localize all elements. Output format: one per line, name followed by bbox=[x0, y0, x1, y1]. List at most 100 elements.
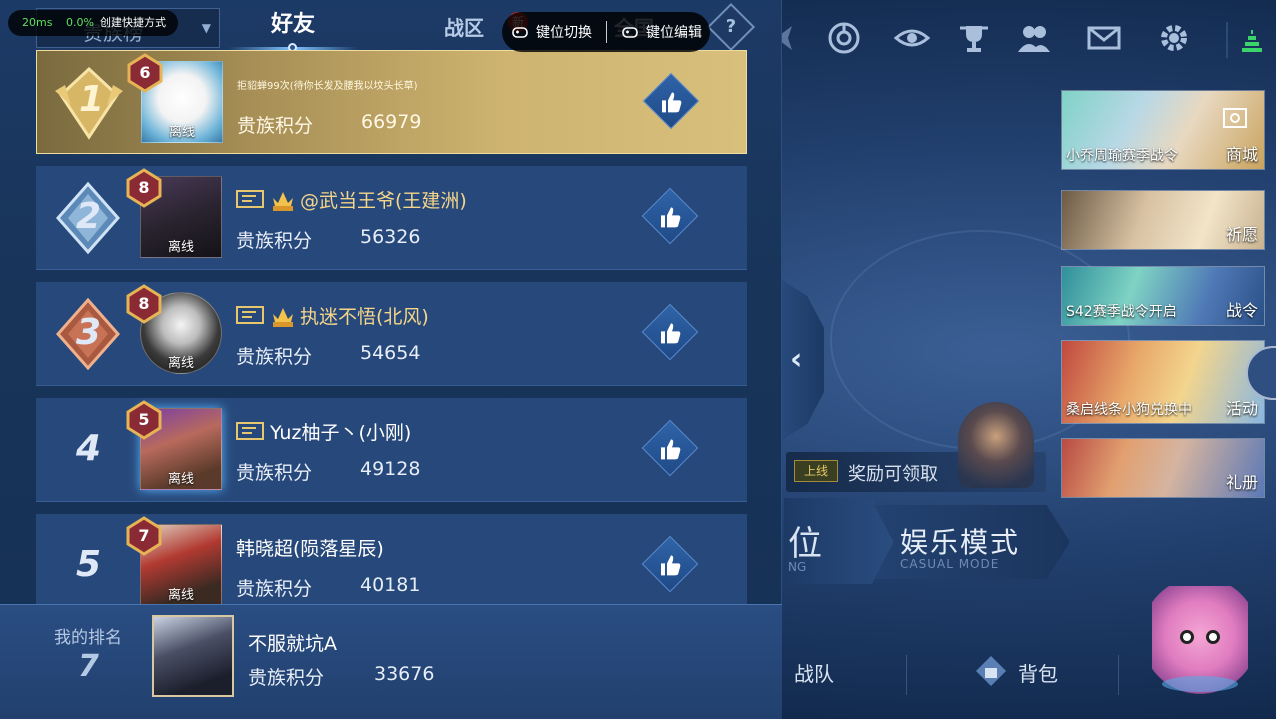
reward-tag: 上线 bbox=[794, 460, 838, 482]
tab-zone[interactable]: 战区 bbox=[444, 12, 484, 41]
noble-level-badge: 6 bbox=[125, 53, 165, 93]
my-rank-title: 我的排名 bbox=[54, 628, 122, 648]
chevron-left-icon: ‹ bbox=[790, 342, 803, 377]
nav-team[interactable]: 战队 bbox=[794, 658, 834, 687]
eye-icon[interactable] bbox=[892, 18, 932, 58]
rank-number: 1 bbox=[79, 79, 105, 120]
like-button[interactable] bbox=[641, 535, 699, 593]
tab-friends[interactable]: 好友 bbox=[228, 6, 358, 52]
reward-text[interactable]: 奖励可领取 bbox=[848, 460, 938, 486]
help-glyph: ? bbox=[725, 16, 737, 37]
score-label: 贵族积分 bbox=[236, 462, 313, 484]
score-label: 贵族积分 bbox=[237, 115, 314, 137]
battlepass-caption: S42赛季战令开启 bbox=[1066, 304, 1177, 320]
like-button[interactable] bbox=[641, 419, 699, 477]
trophy-icon[interactable] bbox=[954, 18, 994, 58]
chevron-down-icon: ▼ bbox=[201, 21, 211, 35]
ranked-mode-title: 位 bbox=[788, 524, 822, 564]
settings-gear-icon[interactable] bbox=[1154, 18, 1194, 58]
nav-bag[interactable]: 背包 bbox=[1018, 658, 1058, 687]
gift-book-card[interactable]: 礼册 bbox=[1061, 438, 1265, 498]
packet-loss-readout: 0.0% bbox=[66, 16, 94, 29]
score-label: 贵族积分 bbox=[236, 230, 313, 252]
keymap-toolbar: 键位切换 键位编辑 bbox=[502, 12, 710, 52]
performance-overlay: 20ms 0.0% 创建快捷方式 bbox=[8, 10, 178, 36]
player-name: 韩晓超(陨落星辰) bbox=[236, 538, 384, 560]
leaderboard-list[interactable]: 1 离线 6 拒貂蝉99次(待你长发及腰我以坟头长草) 贵族积分 66979 2 bbox=[36, 50, 747, 604]
leaderboard-panel: 贵族榜 ▼ 好友 战区 新 全国 ? 1 离线 6 拒貂蝉 bbox=[0, 0, 782, 719]
mascot-eye bbox=[1206, 630, 1220, 644]
nav-divider bbox=[1118, 655, 1119, 695]
thumbs-up-icon bbox=[662, 92, 682, 113]
my-player-name: 不服就坑A bbox=[248, 633, 337, 655]
casual-mode-button[interactable]: 娱乐模式 CASUAL MODE bbox=[874, 505, 1070, 579]
player-name-line: @武当王爷(王建洲) bbox=[236, 186, 467, 217]
svip-crown-icon bbox=[270, 302, 296, 333]
player-name: @武当王爷(王建洲) bbox=[300, 190, 467, 212]
my-rank-position: 7 bbox=[78, 649, 99, 684]
offline-status: 离线 bbox=[167, 356, 194, 371]
tab-friends-label: 好友 bbox=[270, 12, 315, 37]
score-label: 贵族积分 bbox=[236, 578, 313, 600]
event-card[interactable]: 桑启线条小狗兑换中 活动 bbox=[1061, 340, 1265, 424]
toolbar-divider bbox=[606, 21, 607, 43]
help-icon[interactable]: ? bbox=[706, 2, 756, 52]
score-value: 66979 bbox=[361, 111, 422, 133]
target-icon[interactable] bbox=[824, 18, 864, 58]
create-shortcut-label[interactable]: 创建快捷方式 bbox=[100, 10, 166, 36]
backpack-icon[interactable] bbox=[974, 654, 1008, 688]
noble-level-badge: 5 bbox=[124, 400, 164, 440]
rank-number: 4 bbox=[76, 428, 102, 469]
casual-mode-subtitle: CASUAL MODE bbox=[900, 557, 1000, 571]
gamepad-icon bbox=[512, 27, 528, 38]
battlepass-card[interactable]: S42赛季战令开启 战令 bbox=[1061, 266, 1265, 326]
like-button[interactable] bbox=[641, 303, 699, 361]
wish-card[interactable]: 祈愿 bbox=[1061, 190, 1265, 250]
player-name: Yuz柚子丶(小刚) bbox=[270, 422, 412, 444]
like-button[interactable] bbox=[641, 187, 699, 245]
mascot-eye bbox=[1180, 630, 1194, 644]
score-value: 40181 bbox=[360, 574, 421, 596]
score-label: 贵族积分 bbox=[236, 346, 313, 368]
leaderboard-row[interactable]: 3 离线 8 执迷不悟(北风) 贵族积分 54654 bbox=[36, 282, 747, 386]
noble-level-badge: 8 bbox=[124, 284, 164, 324]
offline-status: 离线 bbox=[167, 588, 194, 603]
rank-number: 5 bbox=[76, 544, 102, 585]
player-name-line: 执迷不悟(北风) bbox=[236, 302, 429, 333]
thumbs-up-icon bbox=[661, 555, 681, 576]
wish-label: 祈愿 bbox=[1225, 225, 1258, 244]
key-edit-label: 键位编辑 bbox=[646, 25, 702, 41]
mail-icon[interactable] bbox=[1084, 18, 1124, 58]
like-button[interactable] bbox=[642, 72, 700, 130]
score-value: 54654 bbox=[360, 342, 421, 364]
casual-mode-title: 娱乐模式 bbox=[900, 526, 1021, 559]
mascot-icon[interactable] bbox=[1152, 586, 1248, 696]
mascot-base bbox=[1162, 676, 1238, 692]
noble-level-badge: 8 bbox=[124, 168, 164, 208]
leaderboard-row[interactable]: 5 离线 7 韩晓超(陨落星辰) 贵族积分 40181 bbox=[36, 514, 747, 604]
shop-icon bbox=[1223, 108, 1247, 128]
nav-divider bbox=[906, 655, 907, 695]
shop-card[interactable]: 小乔周瑜赛季战令 商城 bbox=[1061, 90, 1265, 170]
ranked-mode-subtitle: NG bbox=[788, 560, 807, 574]
leaderboard-row[interactable]: 2 离线 8 @武当王爷(王建洲) 贵族积分 56326 bbox=[36, 166, 747, 270]
thumbs-up-icon bbox=[661, 439, 681, 460]
rank-number: 2 bbox=[76, 196, 102, 237]
thumbs-up-icon bbox=[661, 207, 681, 228]
friends-icon[interactable] bbox=[1014, 18, 1054, 58]
shop-caption: 小乔周瑜赛季战令 bbox=[1066, 148, 1178, 164]
noble-level: 8 bbox=[138, 294, 150, 313]
offline-status: 离线 bbox=[168, 125, 195, 140]
offline-status: 离线 bbox=[167, 472, 194, 487]
gamepad-edit-icon bbox=[622, 27, 638, 38]
title-card-icon bbox=[236, 304, 266, 331]
leaderboard-row[interactable]: 1 离线 6 拒貂蝉99次(待你长发及腰我以坟头长草) 贵族积分 66979 bbox=[36, 50, 747, 154]
noble-level: 7 bbox=[138, 526, 150, 545]
shop-label: 商城 bbox=[1225, 145, 1258, 164]
score-value: 56326 bbox=[360, 226, 421, 248]
reward-hero-portrait bbox=[958, 402, 1034, 488]
my-avatar[interactable] bbox=[152, 615, 234, 697]
title-card-icon bbox=[236, 420, 266, 447]
title-card-icon bbox=[236, 188, 266, 215]
leaderboard-row[interactable]: 4 离线 5 Yuz柚子丶(小刚) 贵族积分 49128 bbox=[36, 398, 747, 502]
